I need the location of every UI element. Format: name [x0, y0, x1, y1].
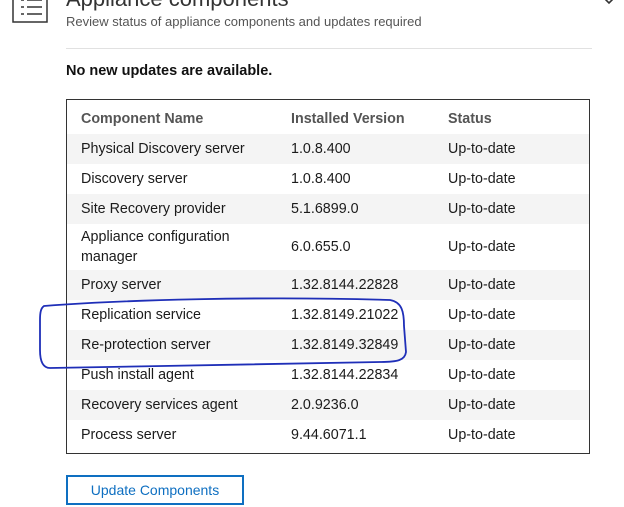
component-status: Up-to-date [448, 134, 589, 164]
installed-version: 1.0.8.400 [291, 171, 351, 187]
component-name: Physical Discovery server [67, 134, 291, 164]
table-row: Push install agent 1.32.8144.22834 Up-to… [67, 360, 589, 390]
component-name: Re-protection server [67, 330, 291, 360]
component-name: Discovery server [81, 171, 188, 187]
component-name-text: Appliance configuration manager [81, 229, 230, 265]
component-status: Up-to-date [448, 194, 589, 224]
table-row: Replication service 1.32.8149.21022 Up-t… [67, 300, 589, 330]
column-header-component-name: Component Name [81, 111, 204, 127]
installed-version: 9.44.6071.1 [291, 427, 367, 443]
table-row: Site Recovery provider 5.1.6899.0 Up-to-… [67, 194, 589, 224]
component-status: Up-to-date [448, 307, 516, 323]
update-components-button[interactable]: Update Components [66, 475, 244, 505]
component-status: Up-to-date [448, 239, 516, 255]
column-header-installed-version: Installed Version [291, 111, 405, 127]
installed-version: 1.32.8144.22834 [291, 367, 399, 383]
component-name: Appliance configuration manager [67, 224, 291, 270]
list-check-icon [12, 0, 48, 23]
table-row: Appliance configuration manager 6.0.655.… [67, 224, 589, 270]
chevron-down-icon[interactable] [601, 0, 617, 8]
component-name: Site Recovery provider [67, 194, 291, 224]
installed-version: 5.1.6899.0 [291, 194, 448, 224]
installed-version: 1.32.8149.21022 [291, 307, 399, 323]
component-status: Up-to-date [448, 171, 516, 187]
installed-version: 1.32.8149.32849 [291, 330, 448, 360]
update-status-message: No new updates are available. [66, 63, 273, 79]
table-row: Proxy server 1.32.8144.22828 Up-to-date [67, 270, 589, 300]
table-row: Physical Discovery server 1.0.8.400 Up-t… [67, 134, 589, 164]
component-name: Recovery services agent [67, 390, 291, 420]
section-title: Appliance components [66, 0, 289, 12]
installed-version: 1.32.8144.22828 [291, 270, 448, 300]
component-status: Up-to-date [448, 330, 589, 360]
components-table: Component Name Installed Version Status … [66, 99, 590, 454]
table-row: Discovery server 1.0.8.400 Up-to-date [67, 164, 589, 194]
section-subtitle: Review status of appliance components an… [66, 14, 422, 29]
component-name: Push install agent [81, 367, 194, 383]
component-status: Up-to-date [448, 390, 589, 420]
component-name: Replication service [81, 307, 201, 323]
component-name: Process server [81, 427, 177, 443]
component-status: Up-to-date [448, 427, 516, 443]
table-row: Process server 9.44.6071.1 Up-to-date [67, 420, 589, 450]
installed-version: 1.0.8.400 [291, 134, 448, 164]
table-row: Recovery services agent 2.0.9236.0 Up-to… [67, 390, 589, 420]
table-header-row: Component Name Installed Version Status [67, 104, 589, 134]
column-header-status: Status [448, 111, 492, 127]
installed-version: 6.0.655.0 [291, 239, 351, 255]
installed-version: 2.0.9236.0 [291, 390, 448, 420]
component-status: Up-to-date [448, 367, 516, 383]
component-name: Proxy server [67, 270, 291, 300]
component-status: Up-to-date [448, 270, 589, 300]
section-divider [66, 48, 592, 49]
table-row: Re-protection server 1.32.8149.32849 Up-… [67, 330, 589, 360]
